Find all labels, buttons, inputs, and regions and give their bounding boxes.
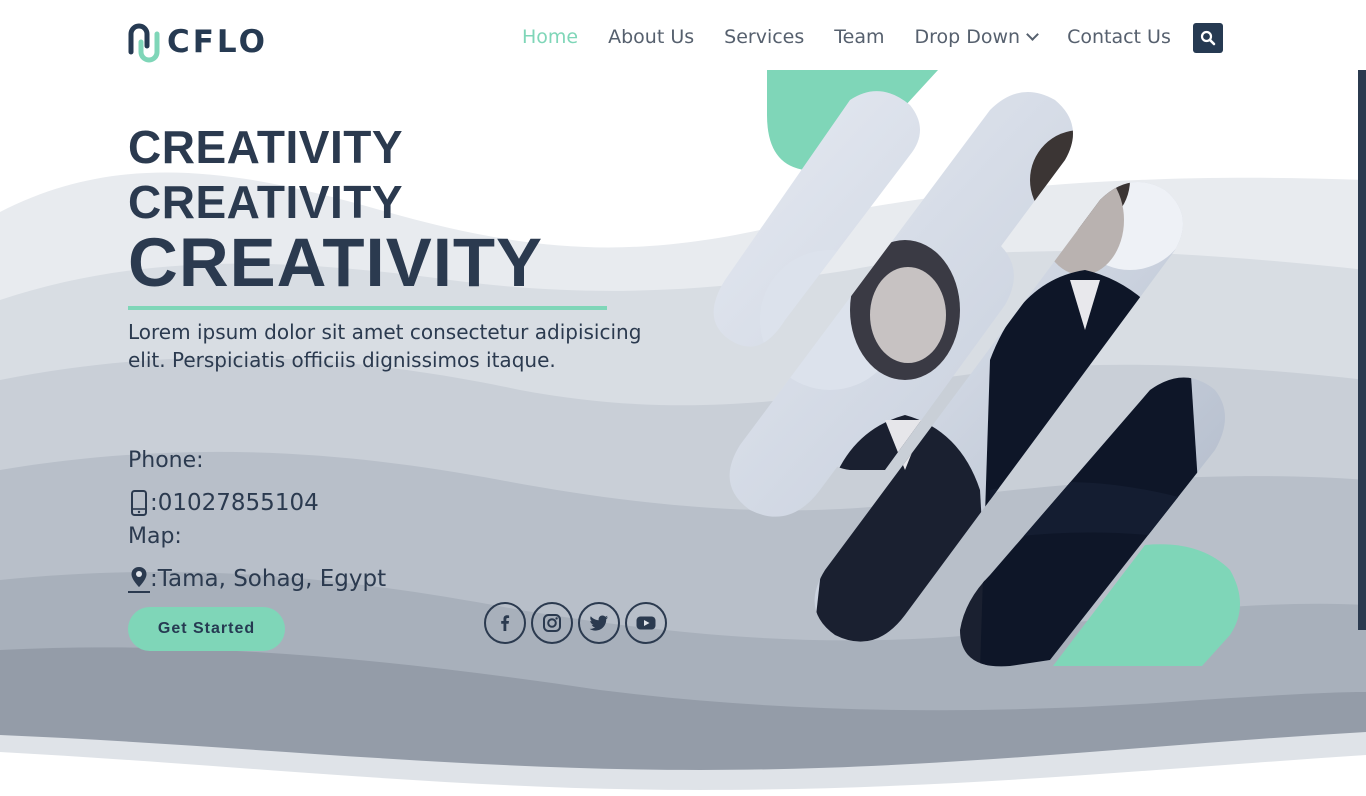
facebook-button[interactable] bbox=[484, 602, 526, 644]
hero-text-block: CREATIVITY CREATIVITY CREATIVITY Lorem i… bbox=[128, 120, 648, 374]
nav-home[interactable]: Home bbox=[522, 26, 578, 48]
get-started-label: Get Started bbox=[157, 620, 256, 637]
instagram-icon bbox=[543, 614, 561, 632]
hero-heading-line-1: CREATIVITY bbox=[128, 121, 404, 173]
hero-lead-paragraph: Lorem ipsum dolor sit amet consectetur a… bbox=[128, 320, 642, 372]
map-address[interactable]: :Tama, Sohag, Egypt bbox=[150, 566, 386, 592]
nav-services[interactable]: Services bbox=[724, 26, 804, 48]
youtube-icon bbox=[636, 616, 656, 630]
get-started-button[interactable]: Get Started bbox=[128, 607, 285, 651]
chevron-down-icon bbox=[1026, 28, 1039, 41]
instagram-button[interactable] bbox=[531, 602, 573, 644]
phone-number[interactable]: :01027855104 bbox=[150, 490, 319, 516]
map-label: Map: bbox=[128, 524, 182, 549]
hero-heading-line-2: CREATIVITY bbox=[128, 176, 404, 228]
logo-text: CFLO bbox=[167, 24, 268, 60]
nav-drop-down-label: Drop Down bbox=[914, 26, 1021, 48]
top-navbar: CFLO Home About Us Services Team Drop Do… bbox=[0, 0, 1366, 72]
phone-label: Phone: bbox=[128, 448, 204, 473]
nav-drop-down[interactable]: Drop Down bbox=[914, 26, 1039, 48]
map-row: :Tama, Sohag, Egypt bbox=[128, 565, 386, 593]
phone-row: :01027855104 bbox=[128, 489, 319, 517]
page-scrollbar[interactable] bbox=[1358, 0, 1366, 796]
hero-heading-line-3: CREATIVITY bbox=[128, 224, 544, 301]
main-menu: Home About Us Services Team Drop Down Co… bbox=[522, 22, 1201, 52]
brand-logo[interactable]: CFLO bbox=[127, 20, 268, 64]
map-marker-icon bbox=[131, 567, 147, 587]
scrollbar-thumb[interactable] bbox=[1358, 70, 1366, 630]
youtube-button[interactable] bbox=[625, 602, 667, 644]
search-icon bbox=[1200, 30, 1216, 46]
nav-about-us[interactable]: About Us bbox=[608, 26, 694, 48]
search-button[interactable] bbox=[1193, 23, 1223, 53]
heading-underline bbox=[128, 306, 607, 310]
nav-team[interactable]: Team bbox=[834, 26, 884, 48]
logo-mark-icon bbox=[128, 23, 160, 63]
hero-photo-collage bbox=[713, 70, 1240, 667]
twitter-icon bbox=[589, 615, 608, 631]
twitter-button[interactable] bbox=[578, 602, 620, 644]
social-links bbox=[484, 602, 672, 644]
mobile-phone-icon bbox=[131, 490, 147, 516]
facebook-icon bbox=[501, 615, 510, 631]
nav-contact-us[interactable]: Contact Us bbox=[1067, 26, 1171, 48]
map-marker-wrapper bbox=[128, 565, 150, 593]
